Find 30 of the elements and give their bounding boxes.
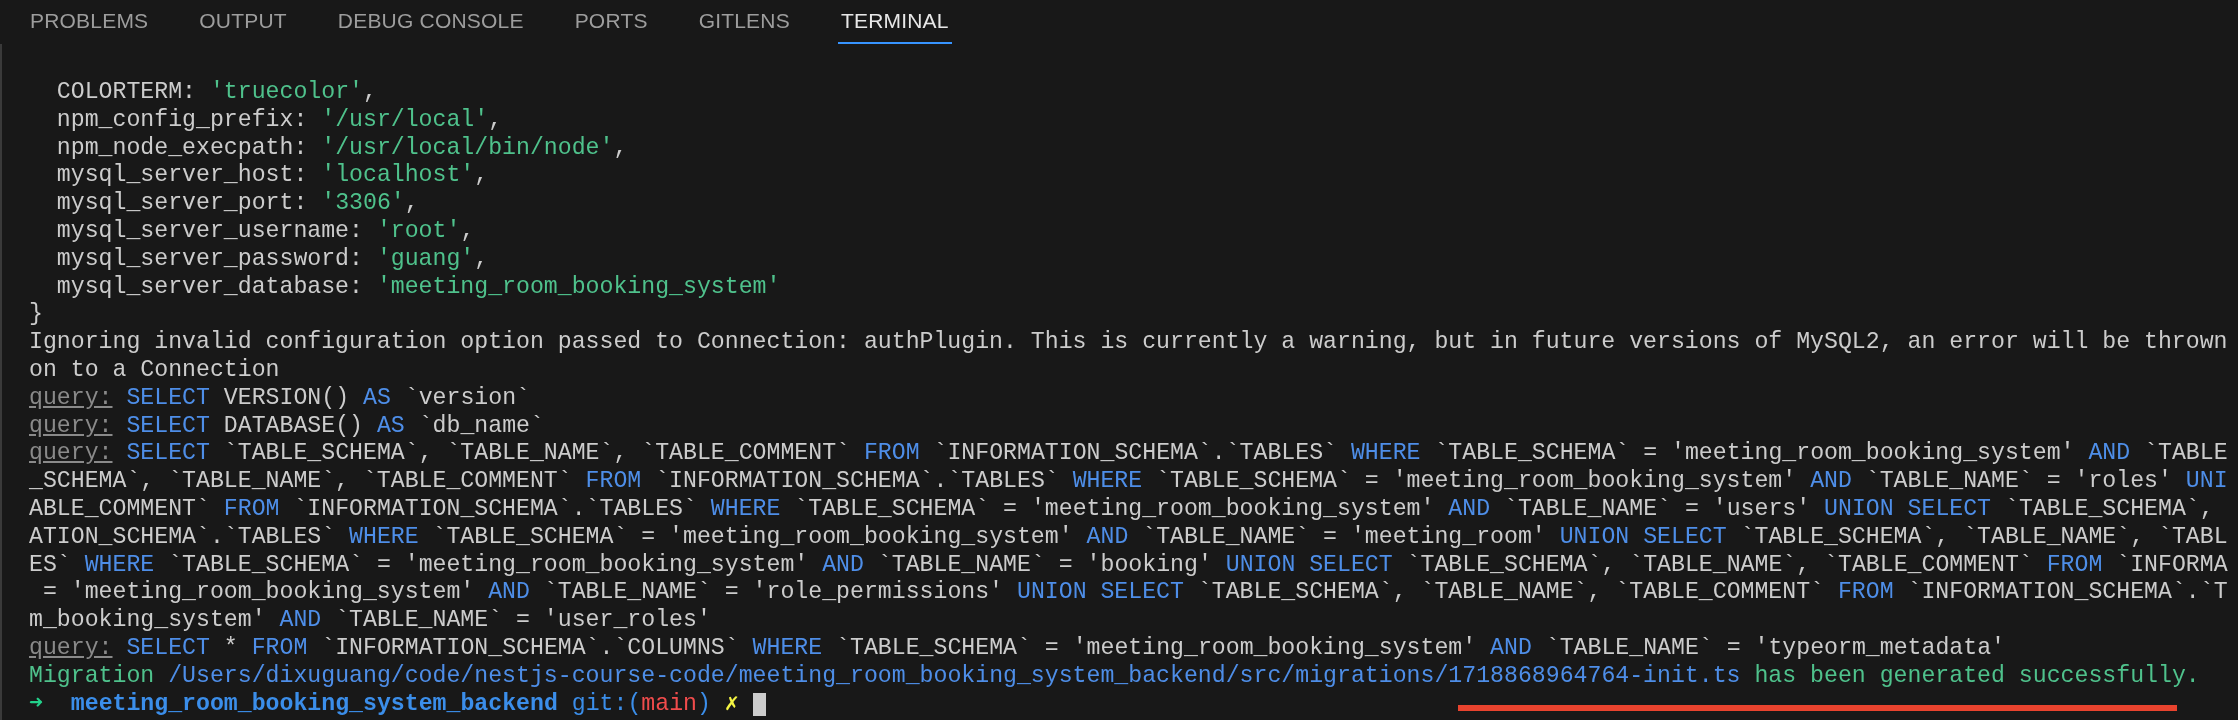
terminal-line: query: SELECT VERSION() AS `version` xyxy=(28,384,530,413)
terminal-line: mysql_server_database: 'meeting_room_booking_system' xyxy=(55,273,781,302)
terminal-line: mysql_server_port: '3306', xyxy=(55,190,419,218)
panel-tab[interactable]: DEBUG CONSOLE xyxy=(334,0,527,44)
terminal-line: Ignoring invalid configuration option passed to Connection: authPlugin. This is currently a warning, but in future versions of MySQL2, an error will be thrown xyxy=(28,329,2228,357)
panel-tab[interactable]: GITLENS xyxy=(695,0,793,44)
terminal-line: ES` WHERE `TABLE_SCHEMA` = 'meeting_room_booking_system' AND `TABLE_NAME` = 'booking' UNION SELECT `TABLE_SCHEMA`, `TABLE_NAME`, `TABLE_COMMENT` FROM `INFORMA xyxy=(28,551,2228,580)
terminal-line: npm_node_execpath: '/usr/local/bin/node', xyxy=(55,134,628,163)
panel-tab[interactable]: PROBLEMS xyxy=(27,0,152,44)
terminal-line: ATION_SCHEMA`.`TABLES` WHERE `TABLE_SCHEMA` = 'meeting_room_booking_system' AND `TABLE_NAME` = 'meeting_room' UNION SELECT `TABLE_SCHEMA`, `TABLE_NAME`, `TABL xyxy=(28,523,2228,552)
terminal-line: npm_config_prefix: '/usr/local', xyxy=(55,106,503,135)
terminal-line: mysql_server_password: 'guang', xyxy=(55,245,489,274)
terminal-line: COLORTERM: 'truecolor', xyxy=(55,79,377,107)
terminal-line: _SCHEMA`, `TABLE_NAME`, `TABLE_COMMENT` FROM `INFORMATION_SCHEMA`.`TABLES` WHERE `TABLE_SCHEMA` = 'meeting_room_booking_system' AND `TABLE_NAME` = 'roles' UNI xyxy=(28,468,2228,496)
terminal-line: ABLE_COMMENT` FROM `INFORMATION_SCHEMA`.`TABLES` WHERE `TABLE_SCHEMA` = 'meeting_room_booking_system' AND `TABLE_NAME` = 'users' UNION SELECT `TABLE_SCHEMA`, xyxy=(28,495,2214,524)
terminal-line: query: SELECT DATABASE() AS `db_name` xyxy=(28,412,544,441)
text-cursor xyxy=(752,692,766,716)
terminal-line: = 'meeting_room_booking_system' AND `TABLE_NAME` = 'role_permissions' UNION SELECT `TABLE_SCHEMA`, `TABLE_NAME`, `TABLE_COMMENT` FROM `INFORMATION_SCHEMA`.`T xyxy=(41,579,2228,608)
terminal-line: mysql_server_host: 'localhost', xyxy=(55,162,489,191)
terminal-line: m_booking_system' AND `TABLE_NAME` = 'user_roles' xyxy=(28,607,711,635)
panel-tab[interactable]: PORTS xyxy=(571,0,651,44)
terminal-line: mysql_server_username: 'root', xyxy=(55,218,475,246)
terminal-line: query: SELECT * FROM `INFORMATION_SCHEMA`.`COLUMNS` WHERE `TABLE_SCHEMA` = 'meeting_room_booking_system' AND `TABLE_NAME` = 'typeorm_metadata' xyxy=(28,634,2005,663)
prompt-line: ➜ meeting_room_booking_system_backend git:(main) ✗ xyxy=(29,690,739,719)
terminal-line: query: SELECT `TABLE_SCHEMA`, `TABLE_NAME`, `TABLE_COMMENT` FROM `INFORMATION_SCHEMA`.`TABLES` WHERE `TABLE_SCHEMA` = 'meeting_room_booking_system' AND `TABLE xyxy=(28,440,2228,469)
terminal-line: } xyxy=(28,301,43,330)
terminal-line: Migration /Users/dixuguang/code/nestjs-course-code/meeting_room_booking_system_backend/src/migrations/1718868964764-init.ts has been generated successfully. xyxy=(28,662,2200,691)
panel-tab[interactable]: OUTPUT xyxy=(196,0,290,44)
terminal-line: on to a Connection xyxy=(28,356,280,385)
panel-tab[interactable]: TERMINAL xyxy=(837,0,952,44)
